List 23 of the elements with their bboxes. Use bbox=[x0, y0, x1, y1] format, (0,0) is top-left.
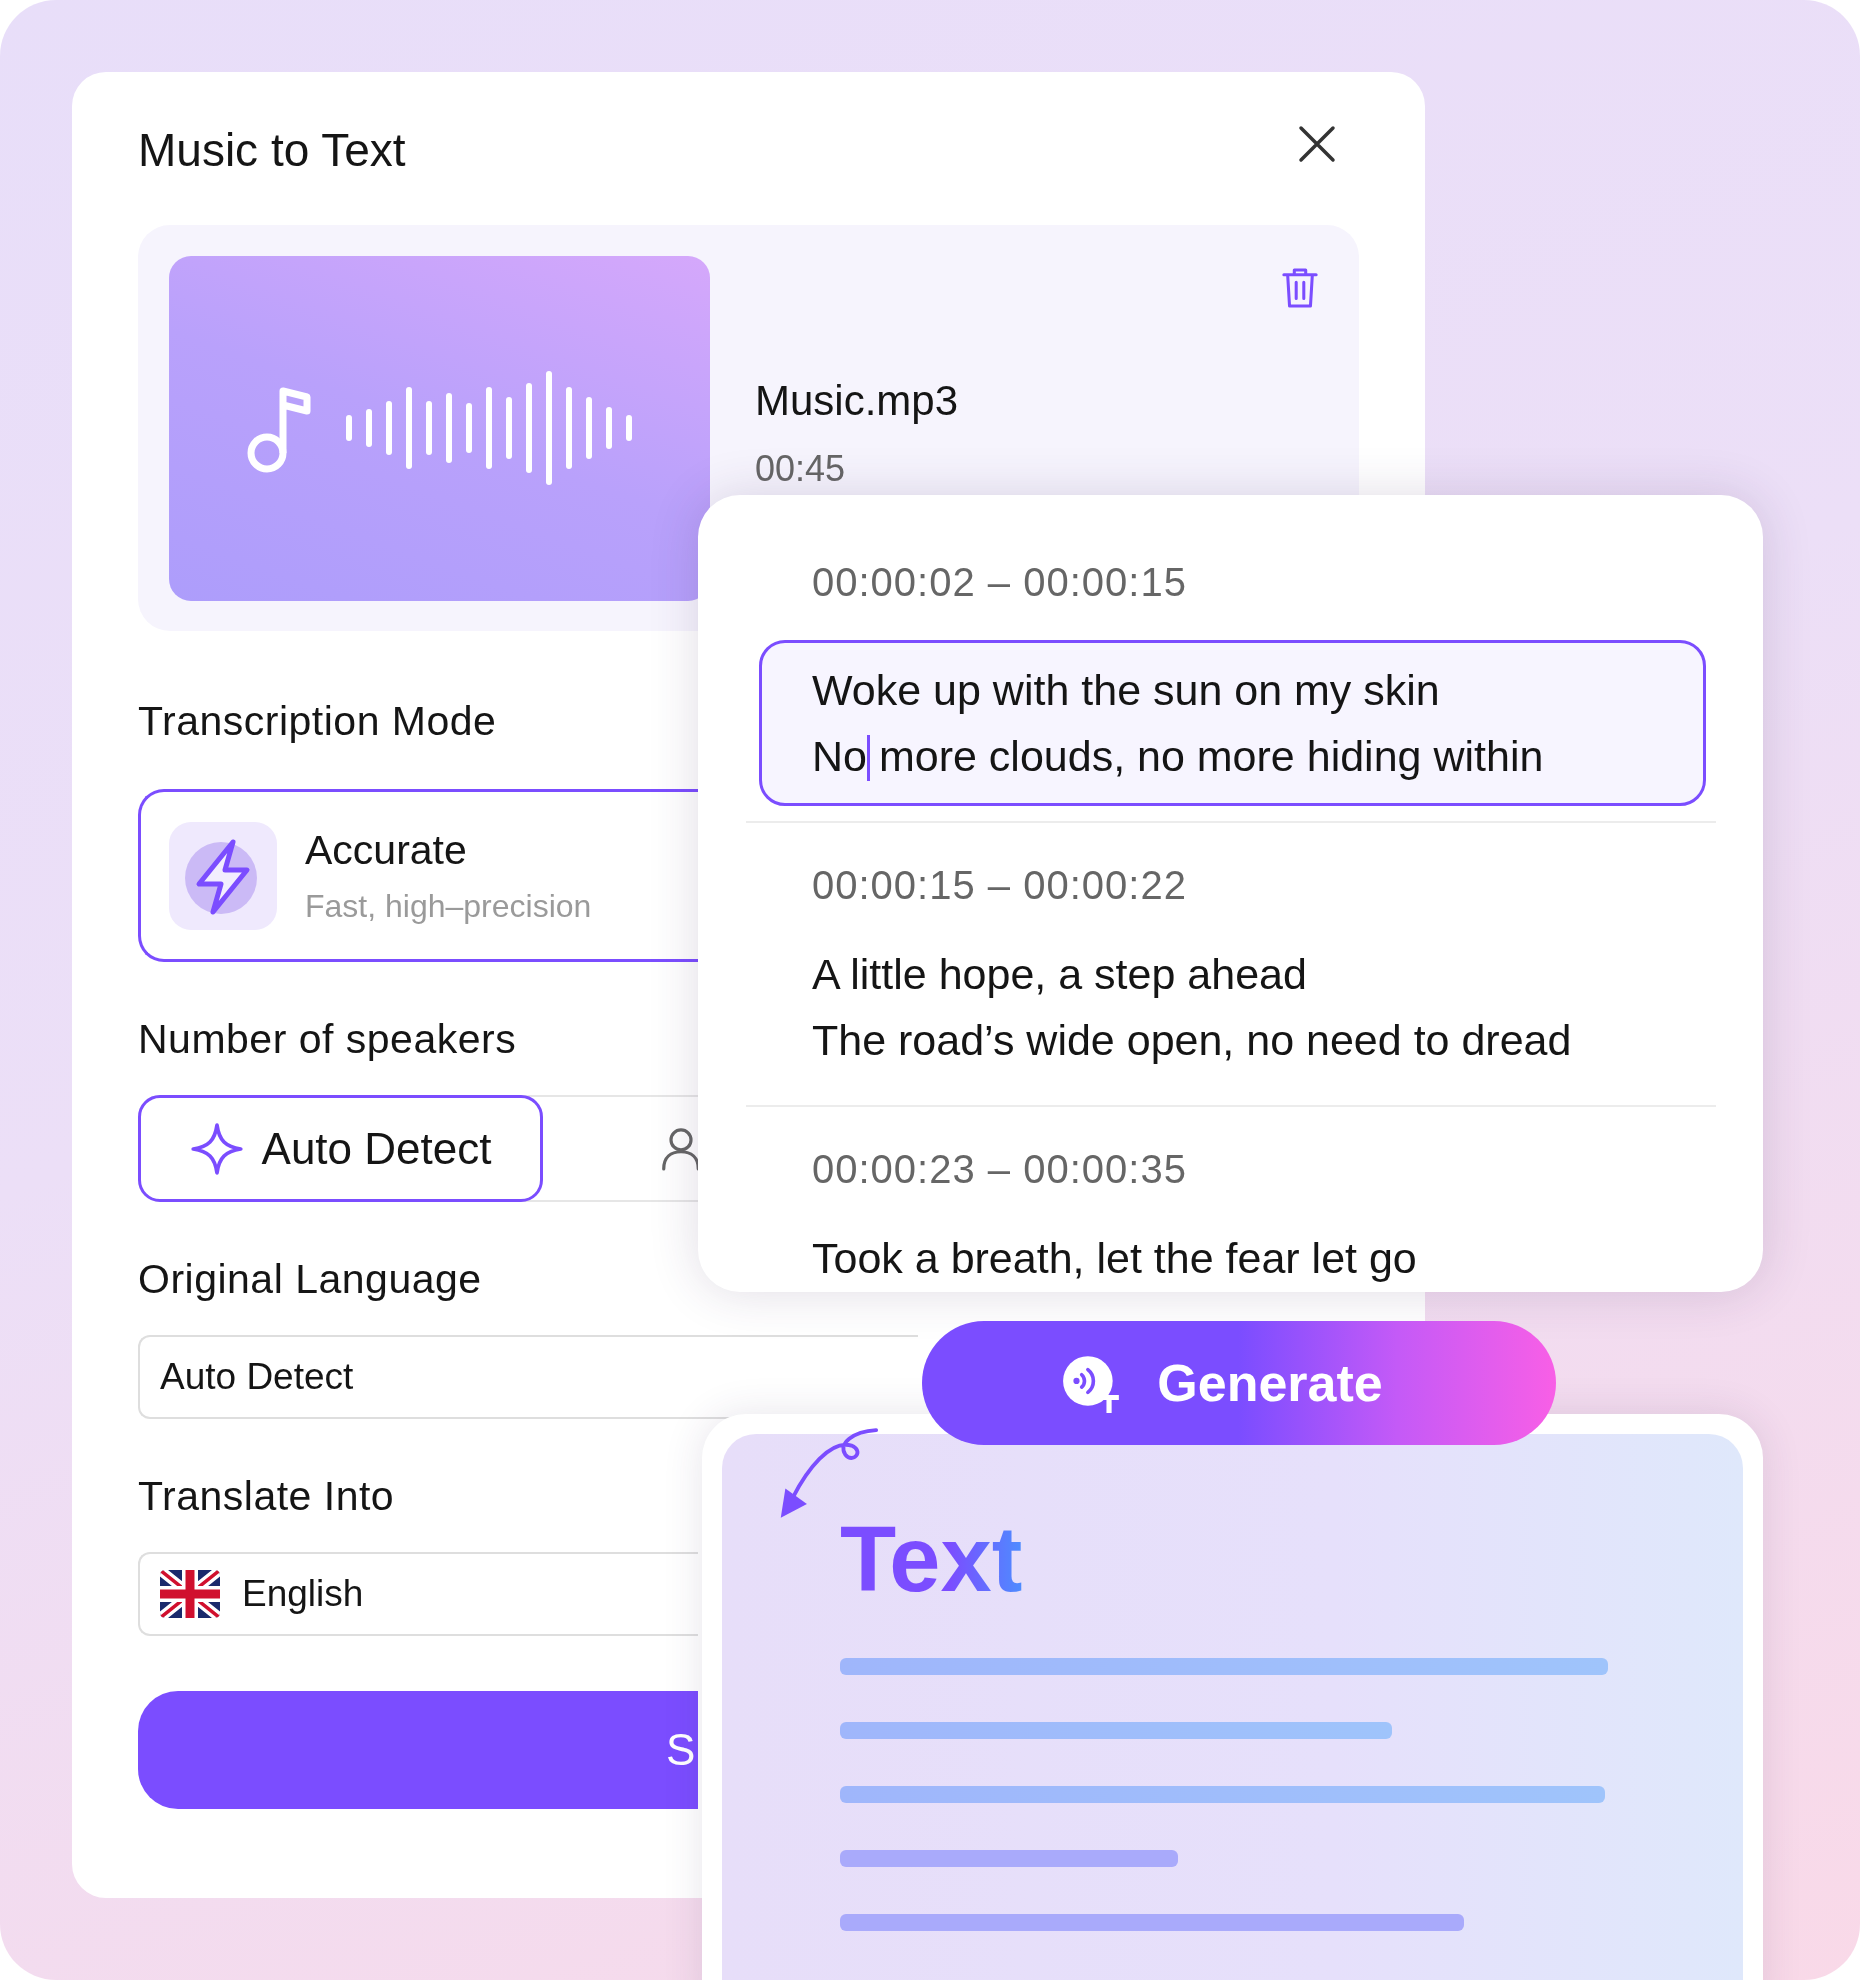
submit-button[interactable]: S bbox=[138, 1691, 698, 1809]
auto-detect-option[interactable]: Auto Detect bbox=[138, 1095, 543, 1202]
section-label: Transcription Mode bbox=[138, 697, 497, 746]
section-label: Original Language bbox=[138, 1255, 482, 1304]
file-duration: 00:45 bbox=[755, 449, 847, 489]
timestamp: 00:00:02 – 00:00:15 bbox=[812, 559, 1188, 606]
generate-button[interactable]: Generate bbox=[922, 1321, 1556, 1445]
file-name: Music.mp3 bbox=[755, 377, 959, 425]
timestamp: 00:00:15 – 00:00:22 bbox=[812, 862, 1188, 909]
lyric-line: A little hope, a step ahead bbox=[812, 949, 1307, 1000]
lyric-line: Took a breath, let the fear let go bbox=[812, 1233, 1417, 1284]
lyric-line: The road’s wide open, no need to dread bbox=[812, 1015, 1572, 1066]
section-label: Number of speakers bbox=[138, 1015, 517, 1064]
lyric-line: No more clouds, no more hiding within bbox=[812, 731, 1544, 783]
language-select[interactable]: English bbox=[138, 1552, 698, 1636]
timestamp: 00:00:23 – 00:00:35 bbox=[812, 1146, 1188, 1193]
section-label: Translate Into bbox=[138, 1472, 395, 1521]
dialog-title: Music to Text bbox=[138, 123, 406, 177]
mode-option[interactable]: Accurate Fast, high–precision bbox=[138, 789, 698, 962]
selected-lyric-box[interactable]: Woke up with the sun on my skin No more clouds, no more hiding within bbox=[759, 640, 1706, 806]
mode-title: Accurate bbox=[305, 826, 468, 874]
mode-subtitle: Fast, high–precision bbox=[305, 887, 592, 925]
lyric-line: Woke up with the sun on my skin bbox=[812, 665, 1440, 716]
